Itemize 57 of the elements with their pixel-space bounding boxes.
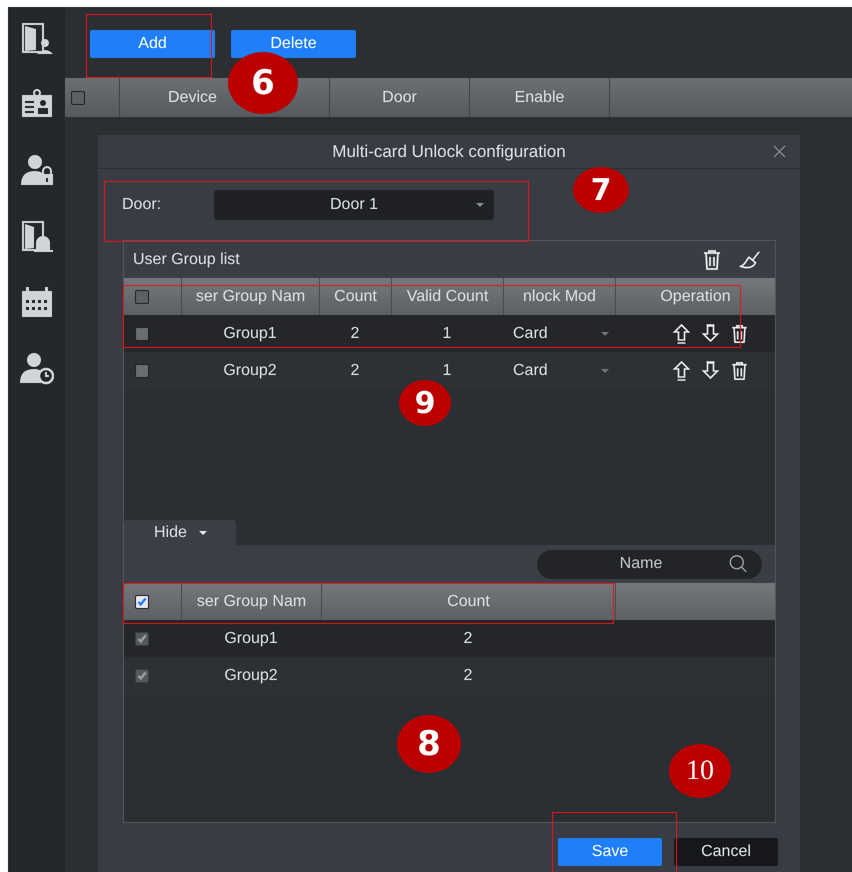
toolbar-button[interactable]: Add [90, 30, 215, 58]
arrow-down-icon[interactable] [700, 360, 720, 380]
arrow-up-icon[interactable] [672, 360, 690, 380]
checkbox[interactable] [71, 90, 85, 104]
arrow-down-icon[interactable] [700, 324, 720, 344]
search-icon[interactable] [729, 554, 748, 574]
column-header: Device [168, 88, 217, 106]
checkbox[interactable] [135, 364, 149, 378]
close-icon[interactable] [773, 145, 786, 158]
column-header: Count [334, 288, 377, 306]
table-cell: 1 [442, 324, 452, 342]
table-cell: Group1 [223, 324, 277, 342]
door-label: Door: [122, 196, 162, 214]
table-cell: 2 [464, 630, 472, 648]
table-cell: 1 [442, 362, 452, 380]
unlock-mode-select[interactable]: Card [513, 356, 609, 384]
table-cell: 2 [350, 324, 360, 342]
broom-icon[interactable] [739, 248, 761, 270]
column-header: nlock Mod [523, 288, 596, 306]
checkbox[interactable] [135, 326, 149, 340]
table-cell: Group2 [224, 666, 278, 684]
door-bell-icon[interactable] [20, 219, 54, 253]
table-cell: Group1 [224, 630, 278, 648]
caret-icon [198, 530, 207, 534]
table-cell: 2 [350, 362, 360, 380]
dialog-title: Multi-card Unlock configuration [332, 142, 566, 162]
column-header: Enable [514, 88, 564, 106]
trash-icon[interactable] [730, 360, 748, 380]
column-header: Door [382, 88, 417, 106]
user-clock-icon[interactable] [20, 351, 54, 385]
column-header: ser Group Nam [196, 288, 306, 306]
checkbox[interactable] [135, 594, 149, 608]
caret-icon [476, 202, 484, 206]
column-header: ser Group Nam [196, 592, 306, 610]
column-header: Valid Count [406, 288, 488, 306]
door-select[interactable]: Door 1 [214, 190, 494, 220]
column-header: Count [447, 592, 490, 610]
table-cell: 2 [464, 666, 472, 684]
door-user-icon[interactable] [20, 21, 54, 55]
column-header: Operation [660, 288, 731, 306]
calendar-icon[interactable] [20, 285, 54, 319]
user-lock-icon[interactable] [20, 153, 54, 187]
checkbox[interactable] [135, 290, 149, 304]
trash-icon[interactable] [701, 248, 723, 270]
toolbar-button[interactable]: Delete [231, 30, 356, 58]
unlock-mode-select[interactable]: Card [513, 320, 609, 348]
caret-icon [601, 332, 609, 336]
hide-tab[interactable]: Hide [124, 520, 236, 545]
arrow-up-icon[interactable] [672, 324, 690, 344]
caret-icon [601, 368, 609, 372]
search-input[interactable]: Name [553, 554, 729, 574]
trash-icon[interactable] [730, 324, 748, 344]
panel-title: User Group list [133, 250, 240, 268]
table-cell: Group2 [223, 362, 277, 380]
dialog-button[interactable]: Cancel [674, 838, 778, 866]
dialog-button[interactable]: Save [558, 838, 662, 866]
search-field[interactable]: Name [537, 550, 762, 578]
